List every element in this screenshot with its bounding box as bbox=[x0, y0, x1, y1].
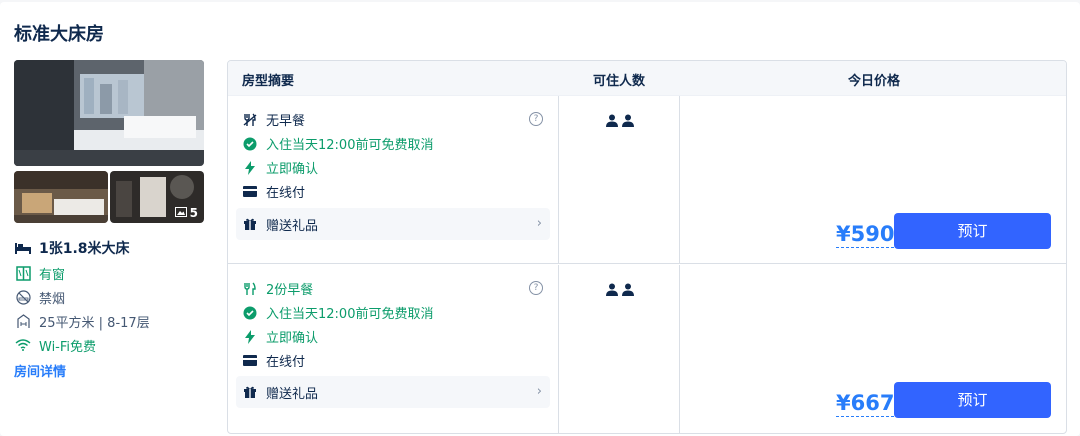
question-icon[interactable]: ? bbox=[529, 112, 543, 126]
instant-confirm: 立即确认 bbox=[242, 158, 318, 177]
person-icon bbox=[622, 114, 634, 131]
bed-icon bbox=[14, 239, 32, 257]
room-card: 标准大床房 5 1张1.8米大床 有窗 禁烟 25平方米 | 8-17层 Wi-… bbox=[0, 2, 1080, 436]
rate-row: 无早餐 ? 入住当天12:00前可免费取消 立即确认 在线付 赠送礼品 › ¥5… bbox=[228, 96, 1066, 264]
rate-row: 2份早餐 ? 入住当天12:00前可免费取消 立即确认 在线付 赠送礼品 › ¥… bbox=[228, 265, 1066, 433]
gift-row[interactable]: 赠送礼品 › bbox=[236, 376, 550, 408]
header-summary: 房型摘要 bbox=[242, 74, 295, 89]
person-icon bbox=[622, 283, 634, 300]
table-header: 房型摘要 可住人数 今日价格 bbox=[228, 61, 1066, 96]
check-circle-icon bbox=[242, 136, 258, 152]
chevron-right-icon: › bbox=[536, 384, 542, 399]
bed-info: 1张1.8米大床 bbox=[14, 235, 214, 261]
window-info: 有窗 bbox=[14, 261, 214, 285]
area-floor-info: 25平方米 | 8-17层 bbox=[14, 309, 214, 333]
person-icon bbox=[606, 114, 618, 131]
area-icon bbox=[14, 312, 32, 330]
payment-method: 在线付 bbox=[242, 351, 305, 370]
check-circle-icon bbox=[242, 305, 258, 321]
card-icon bbox=[242, 353, 258, 369]
guest-capacity bbox=[606, 283, 634, 300]
column-divider bbox=[679, 265, 680, 433]
instant-confirm: 立即确认 bbox=[242, 327, 318, 346]
card-icon bbox=[242, 184, 258, 200]
column-divider bbox=[679, 96, 680, 263]
column-divider bbox=[558, 96, 559, 263]
price[interactable]: ¥667 bbox=[836, 390, 895, 417]
cancel-policy: 入住当天12:00前可免费取消 bbox=[242, 303, 433, 322]
header-price: 今日价格 bbox=[848, 74, 901, 89]
book-button[interactable]: 预订 bbox=[894, 382, 1051, 418]
payment-method: 在线付 bbox=[242, 182, 305, 201]
room-photo-main[interactable] bbox=[14, 60, 204, 166]
no-meal-icon bbox=[242, 112, 258, 128]
meal-info: 2份早餐 bbox=[242, 279, 313, 298]
room-facts: 1张1.8米大床 有窗 禁烟 25平方米 | 8-17层 Wi-Fi免费 房间详… bbox=[14, 235, 214, 380]
column-divider bbox=[558, 265, 559, 433]
room-title: 标准大床房 bbox=[14, 24, 104, 45]
book-button[interactable]: 预订 bbox=[894, 213, 1051, 249]
bolt-icon bbox=[242, 329, 258, 345]
no-smoking-icon bbox=[14, 288, 32, 306]
header-guests: 可住人数 bbox=[593, 74, 646, 89]
meal-info: 无早餐 bbox=[242, 110, 305, 129]
guest-capacity bbox=[606, 114, 634, 131]
photo-count: 5 bbox=[174, 206, 198, 220]
person-icon bbox=[606, 283, 618, 300]
wifi-info: Wi-Fi免费 bbox=[14, 333, 214, 357]
room-details-link[interactable]: 房间详情 bbox=[14, 361, 214, 380]
gift-row[interactable]: 赠送礼品 › bbox=[236, 208, 550, 240]
question-icon[interactable]: ? bbox=[529, 281, 543, 295]
gift-icon bbox=[242, 384, 258, 400]
price[interactable]: ¥590 bbox=[836, 221, 895, 248]
meal-icon bbox=[242, 281, 258, 297]
cancel-policy: 入住当天12:00前可免费取消 bbox=[242, 134, 433, 153]
gift-icon bbox=[242, 216, 258, 232]
bolt-icon bbox=[242, 160, 258, 176]
room-photo-thumb[interactable] bbox=[14, 171, 108, 223]
photo-icon bbox=[174, 206, 187, 220]
room-photo-thumb[interactable]: 5 bbox=[110, 171, 204, 223]
smoking-info: 禁烟 bbox=[14, 285, 214, 309]
chevron-right-icon: › bbox=[536, 216, 542, 231]
window-icon bbox=[14, 264, 32, 282]
wifi-icon bbox=[14, 336, 32, 354]
rate-table: 房型摘要 可住人数 今日价格 无早餐 ? 入住当天12:00前可免费取消 立即确… bbox=[227, 60, 1067, 434]
